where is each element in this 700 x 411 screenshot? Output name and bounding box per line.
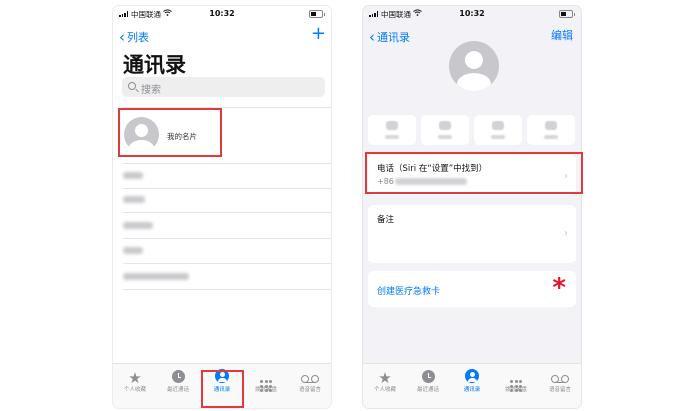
clock-time: 10:32 [459,9,485,18]
clock-icon [421,370,435,383]
call-button[interactable] [421,115,469,145]
search-icon [128,82,136,90]
tab-keypad[interactable]: 拨号键盘 [496,368,536,393]
divider [123,188,331,189]
back-to-lists-button[interactable]: ‹ 列表 [119,27,149,46]
chevron-left-icon: ‹ [119,28,125,46]
tab-label: 语音留言 [298,387,321,393]
tab-recents[interactable]: 最近通话 [408,368,448,393]
clock-icon [171,370,185,383]
tab-bar: ★ 个人收藏 最近通话 通讯录 拨号键盘 语音留言 [363,363,581,408]
list-item[interactable] [123,196,145,203]
mail-button[interactable] [527,115,575,145]
clock-time: 10:32 [209,9,235,18]
back-label: 通讯录 [377,31,410,44]
star-icon: ★ [128,369,142,387]
battery-icon [559,10,575,18]
phone-icon [439,121,451,130]
list-item[interactable] [123,222,153,229]
mail-icon [545,121,557,130]
tab-label: 最近通话 [166,387,189,393]
medical-id-card[interactable]: 创建医疗急救卡 * [368,271,576,307]
notes-card[interactable]: 备注 › [368,205,576,263]
star-icon: ★ [378,369,392,387]
divider [123,289,331,290]
message-icon [386,121,398,130]
back-to-contacts-button[interactable]: ‹ 通讯录 [369,27,410,46]
list-item[interactable] [123,172,143,179]
my-card-highlight-box [118,108,222,157]
edit-button[interactable]: 编辑 [551,27,573,43]
list-item[interactable] [123,247,143,254]
person-circle-icon [465,369,479,383]
tab-favorites[interactable]: ★ 个人收藏 [365,368,405,393]
tab-keypad[interactable]: 拨号键盘 [246,368,286,393]
list-item[interactable] [123,273,189,280]
message-button[interactable] [368,115,416,145]
tab-recents[interactable]: 最近通话 [158,368,198,393]
keypad-icon [260,380,272,392]
asterisk-marker: * [552,273,566,303]
phone-card-highlight-box [365,152,583,194]
tab-voicemail[interactable]: 语音留言 [290,368,330,393]
keypad-icon [510,380,522,392]
voicemail-icon [301,375,319,383]
back-label: 列表 [127,31,149,44]
divider [123,238,331,239]
chevron-right-icon: › [564,228,568,239]
tab-contacts[interactable]: 通讯录 [452,368,492,393]
chevron-left-icon: ‹ [369,28,375,46]
tab-label: 最近通话 [416,387,439,393]
voicemail-icon [551,375,569,383]
contacts-list-screen: 中国联通 10:32 ‹ 列表 + 通讯录 搜索 我的名片 ★ 个人收藏 最近通… [113,6,331,408]
divider [123,163,331,164]
contact-avatar [449,41,499,91]
tab-favorites[interactable]: ★ 个人收藏 [115,368,155,393]
tab-label: 通讯录 [463,387,481,393]
divider [123,212,331,213]
contacts-tab-highlight-box [201,370,244,408]
create-medical-id-link[interactable]: 创建医疗急救卡 [377,284,440,297]
video-icon [492,121,504,130]
search-input[interactable]: 搜索 [122,77,325,97]
status-bar: 中国联通 10:32 [113,6,331,22]
add-contact-button[interactable]: + [311,23,326,44]
video-button[interactable] [474,115,522,145]
search-placeholder: 搜索 [141,85,161,96]
page-title: 通讯录 [123,53,186,77]
battery-icon [309,10,325,18]
divider [123,263,331,264]
status-bar: 中国联通 10:32 [363,6,581,22]
tab-label: 语音留言 [548,387,571,393]
notes-title: 备注 [377,215,395,225]
contact-detail-screen: 中国联通 10:32 ‹ 通讯录 编辑 电话（Siri 在“设置”中找到） +86… [363,6,581,408]
tab-voicemail[interactable]: 语音留言 [540,368,580,393]
